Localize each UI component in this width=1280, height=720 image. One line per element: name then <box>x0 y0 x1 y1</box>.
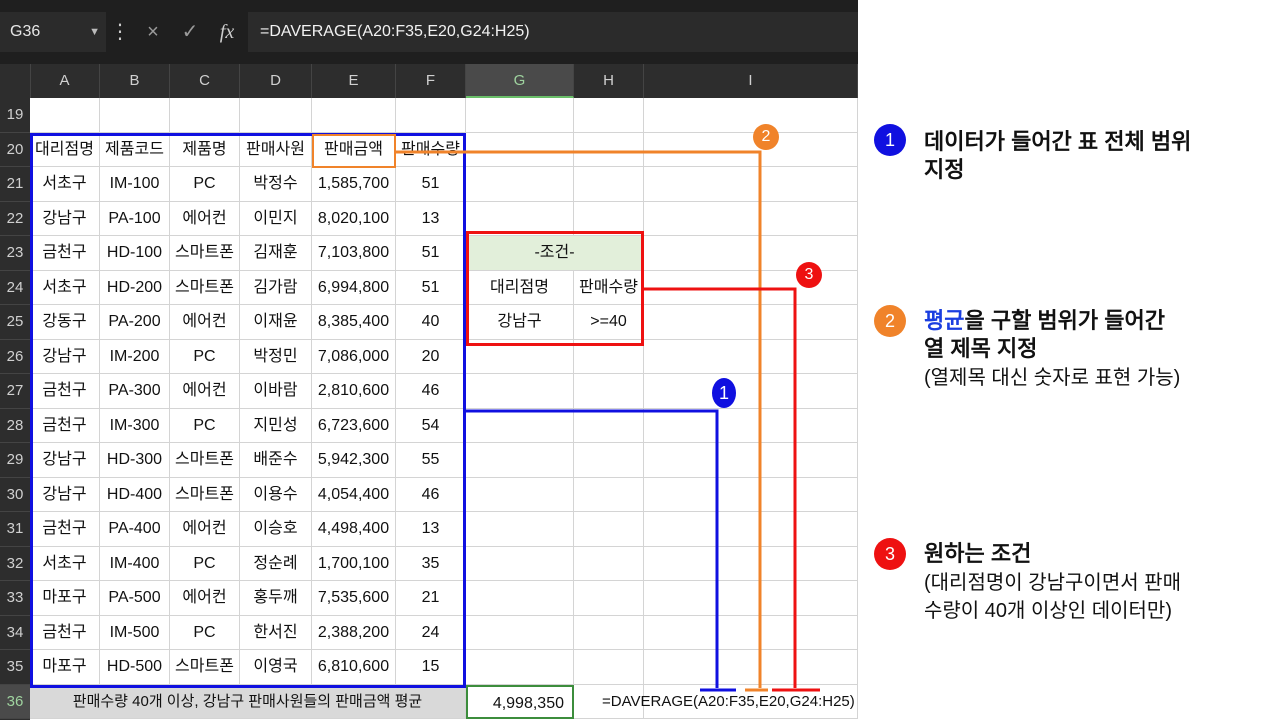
note3-line1: 원하는 조건 <box>924 541 1032 566</box>
connector-lines <box>396 150 820 692</box>
criteria-badge: 3 <box>796 262 822 288</box>
note2-highlight: 평균 <box>924 308 965 333</box>
note1-line2: 지정 <box>924 157 965 182</box>
connector-field <box>396 150 762 688</box>
note1-badge: 1 <box>874 124 906 156</box>
note2-line2: 열 제목 지정 <box>924 336 1038 361</box>
note3-sub1: (대리점명이 강남구이면서 판매 <box>924 572 1181 594</box>
connector-criteria <box>644 287 797 688</box>
note2-line1: 평균을 구할 범위가 들어간 <box>924 307 1165 335</box>
note3-sub2: 수량이 40개 이상인 데이터만) <box>924 600 1172 622</box>
connector-range <box>466 409 719 688</box>
note1-line1: 데이터가 들어간 표 전체 범위 <box>924 129 1192 154</box>
note2-line1-rest: 을 구할 범위가 들어간 <box>964 308 1165 333</box>
note2-badge: 2 <box>874 305 906 337</box>
note2-sub: (열제목 대신 숫자로 표현 가능) <box>924 367 1181 389</box>
range-badge: 1 <box>712 378 736 408</box>
note3-badge: 3 <box>874 538 906 570</box>
excel-window: G36 ▼ ⋮ × ✓ fx =DAVERAGE(A20:F35,E20,G24… <box>0 0 858 720</box>
field-badge: 2 <box>753 124 779 150</box>
